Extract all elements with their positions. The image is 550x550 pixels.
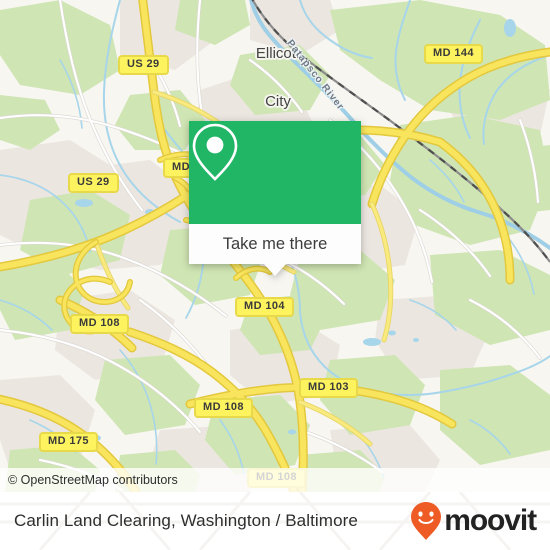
map-attribution[interactable]: © OpenStreetMap contributors: [0, 468, 550, 492]
take-me-there-label: Take me there: [222, 234, 328, 253]
map-screenshot: Ellicott City Patapsco River US 29 MD 14…: [0, 0, 550, 550]
popup-header: [189, 121, 361, 224]
road-shield-md108-west[interactable]: MD 108: [70, 314, 129, 334]
road-shield-md108-center[interactable]: MD 108: [194, 398, 253, 418]
moovit-smiley-pin-icon: [411, 502, 442, 540]
moovit-logo[interactable]: moovit: [410, 501, 537, 541]
map-canvas[interactable]: Ellicott City Patapsco River US 29 MD 14…: [0, 0, 550, 492]
popup-pointer: [264, 264, 286, 276]
road-shield-us29-west[interactable]: US 29: [68, 173, 119, 193]
attribution-text: © OpenStreetMap contributors: [8, 473, 178, 487]
location-title: Carlin Land Clearing, Washington / Balti…: [14, 511, 358, 530]
place-label-line2: City: [265, 93, 291, 110]
footer-bar: Carlin Land Clearing, Washington / Balti…: [0, 492, 550, 550]
take-me-there-button[interactable]: Take me there: [189, 224, 361, 264]
road-shield-md104[interactable]: MD 104: [235, 297, 294, 317]
location-popup[interactable]: Take me there: [189, 121, 361, 276]
road-shield-md175[interactable]: MD 175: [39, 432, 98, 452]
road-shield-md144[interactable]: MD 144: [424, 44, 483, 64]
road-shield-md103[interactable]: MD 103: [299, 378, 358, 398]
map-pin-icon: [192, 123, 238, 181]
moovit-wordmark: moovit: [444, 504, 537, 537]
road-shield-us29-north[interactable]: US 29: [118, 55, 169, 75]
